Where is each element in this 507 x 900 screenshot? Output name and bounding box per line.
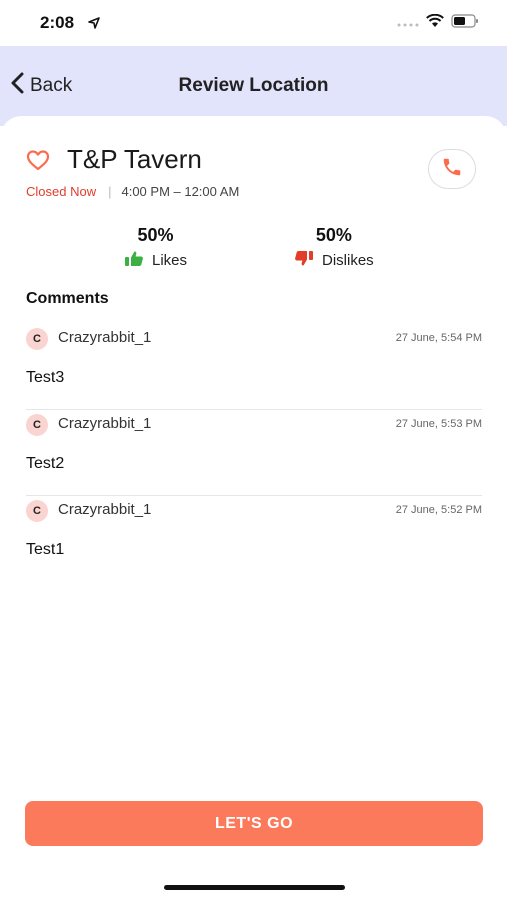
thumbs-up-icon: [124, 250, 144, 271]
phone-icon: [441, 156, 463, 183]
comment-username: Crazyrabbit_1: [58, 329, 152, 346]
nav-bar: Back Review Location: [0, 46, 507, 126]
location-name: T&P Tavern: [67, 144, 202, 174]
hours-row: Closed Now | 4:00 PM – 12:00 AM: [26, 184, 239, 199]
thumbs-down-icon: [294, 250, 314, 271]
comment-timestamp: 27 June, 5:54 PM: [395, 332, 482, 344]
comment-timestamp: 27 June, 5:53 PM: [395, 418, 482, 430]
comment-item: C Crazyrabbit_1 27 June, 5:53 PM Test2: [26, 410, 482, 496]
status-bar: 2:08: [0, 0, 507, 46]
wifi-icon: [426, 13, 444, 33]
likes-label: Likes: [152, 252, 188, 269]
dislikes-percent: 50%: [315, 225, 352, 245]
dislikes-stat: 50% Dislikes: [294, 225, 374, 271]
status-time: 2:08: [40, 13, 75, 32]
home-indicator[interactable]: [164, 885, 345, 890]
opening-hours: 4:00 PM – 12:00 AM: [121, 184, 240, 199]
page-title: Review Location: [178, 75, 329, 96]
open-status: Closed Now: [26, 184, 97, 199]
likes-percent: 50%: [137, 225, 174, 245]
comment-text: Test3: [26, 369, 65, 386]
avatar: C: [26, 328, 48, 350]
comment-text: Test2: [26, 455, 65, 472]
battery-icon: [451, 14, 479, 33]
lets-go-button[interactable]: LET'S GO: [25, 801, 483, 846]
call-button[interactable]: [428, 149, 476, 189]
status-indicators: [397, 13, 479, 33]
comment-text: Test1: [26, 541, 65, 558]
comments-heading: Comments: [26, 290, 109, 307]
likes-stat: 50% Likes: [124, 225, 187, 271]
comment-username: Crazyrabbit_1: [58, 415, 152, 432]
signal-icon: [397, 15, 419, 33]
heart-icon[interactable]: [26, 150, 50, 176]
comment-item: C Crazyrabbit_1 27 June, 5:52 PM Test1: [26, 496, 482, 582]
separator: |: [108, 184, 112, 199]
comment-item: C Crazyrabbit_1 27 June, 5:54 PM Test3: [26, 324, 482, 410]
comment-username: Crazyrabbit_1: [58, 501, 152, 518]
comment-timestamp: 27 June, 5:52 PM: [395, 504, 482, 516]
location-arrow-icon: [88, 16, 100, 34]
dislikes-label: Dislikes: [322, 252, 374, 269]
avatar: C: [26, 500, 48, 522]
avatar: C: [26, 414, 48, 436]
content-sheet: T&P Tavern Closed Now | 4:00 PM – 12:00 …: [0, 116, 507, 900]
